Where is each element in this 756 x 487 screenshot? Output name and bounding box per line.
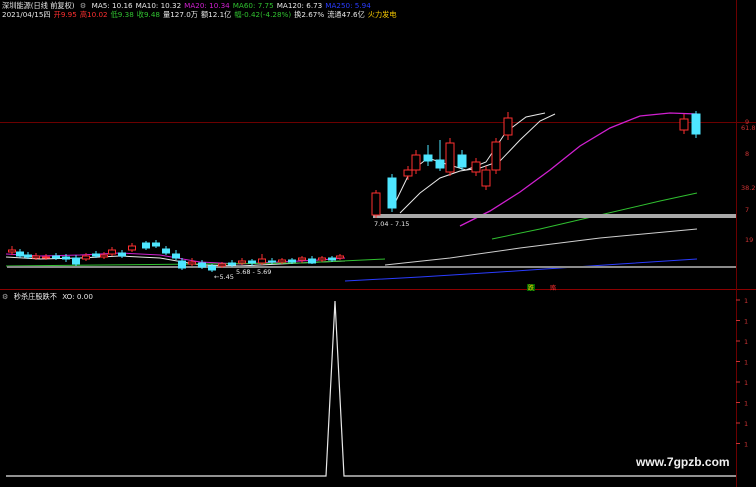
candle-up [336, 255, 344, 259]
candle-up [32, 255, 40, 259]
candle-up [371, 192, 381, 216]
ma120-line [384, 228, 698, 266]
candle-up [8, 249, 16, 253]
signal-buy-label: 跌 [528, 284, 534, 292]
indicator-spike-line [6, 300, 736, 477]
indicator-tick-label: 1 [744, 297, 748, 305]
candle-down [142, 242, 150, 249]
candle-up [403, 169, 413, 177]
candle-up [128, 245, 136, 251]
candle-up [481, 169, 491, 187]
candle-up [258, 258, 266, 264]
candle-up [42, 256, 50, 259]
candle-down [228, 262, 236, 266]
candle-up [100, 254, 108, 258]
candle-down [457, 154, 467, 168]
indicator-panel-header: ⚙ 秒杀庄股跌不 XO: 0.00 [2, 292, 96, 301]
candle-down [92, 253, 100, 257]
indicator-tick-label: 1 [744, 420, 748, 428]
indicator-tick-label: 1 [744, 359, 748, 367]
candle-down [288, 259, 296, 263]
candle-down [268, 260, 276, 263]
candle-down [16, 251, 24, 257]
indicator-tick-label: 1 [744, 338, 748, 346]
candle-up [108, 249, 116, 255]
candle-down [172, 253, 180, 259]
candle-down [152, 242, 160, 247]
candle-down [423, 154, 433, 162]
candle-up [445, 142, 455, 173]
candle-up [679, 118, 689, 131]
candle-up [218, 263, 226, 267]
indicator-tick-label: 1 [744, 400, 748, 408]
settings-icon[interactable]: ⚙ [2, 292, 8, 301]
candle-down [62, 256, 70, 260]
indicator-axis-ticks: 1 1 1 1 1 1 1 1 [736, 297, 748, 449]
kline-chart[interactable]: 7.04 - 7.15 5.68 - 5.69 ←5.45 跌 赂 111111… [0, 0, 756, 487]
lower-range-label: 5.68 - 5.69 [236, 268, 271, 276]
candlestick-group [8, 111, 701, 272]
candle-up [503, 117, 513, 136]
indicator-tick-label: 1 [744, 441, 748, 449]
candle-down [248, 260, 256, 264]
candle-down [308, 258, 316, 264]
candle-down [162, 248, 170, 254]
candle-up [471, 161, 481, 173]
ma250-line [344, 258, 698, 282]
candle-up [238, 260, 246, 264]
candle-down [198, 262, 206, 268]
watermark: www.7gpzb.com [636, 455, 730, 469]
low-price-marker: ←5.45 [214, 273, 234, 281]
candle-down [178, 260, 186, 269]
candle-up [491, 141, 501, 171]
candle-down [118, 252, 126, 257]
candle-down [328, 257, 336, 261]
candle-down [691, 113, 701, 135]
indicator-tick-label: 1 [744, 318, 748, 326]
candle-down [208, 265, 216, 271]
candle-up [82, 255, 90, 260]
xo-value: XO: 0.00 [62, 292, 93, 301]
candle-up [318, 257, 326, 261]
candle-down [387, 177, 397, 209]
candle-down [24, 254, 32, 258]
candle-up [298, 257, 306, 261]
candle-up [411, 154, 421, 171]
candle-up [188, 261, 196, 265]
indicator-title: 秒杀庄股跌不 [13, 292, 57, 301]
candle-up [278, 259, 286, 263]
signal-sell-label: 赂 [550, 284, 556, 292]
upper-range-label: 7.04 - 7.15 [374, 220, 409, 228]
candle-down [435, 159, 445, 169]
indicator-tick-label: 1 [744, 379, 748, 387]
candle-down [52, 255, 60, 259]
candle-down [72, 257, 80, 265]
